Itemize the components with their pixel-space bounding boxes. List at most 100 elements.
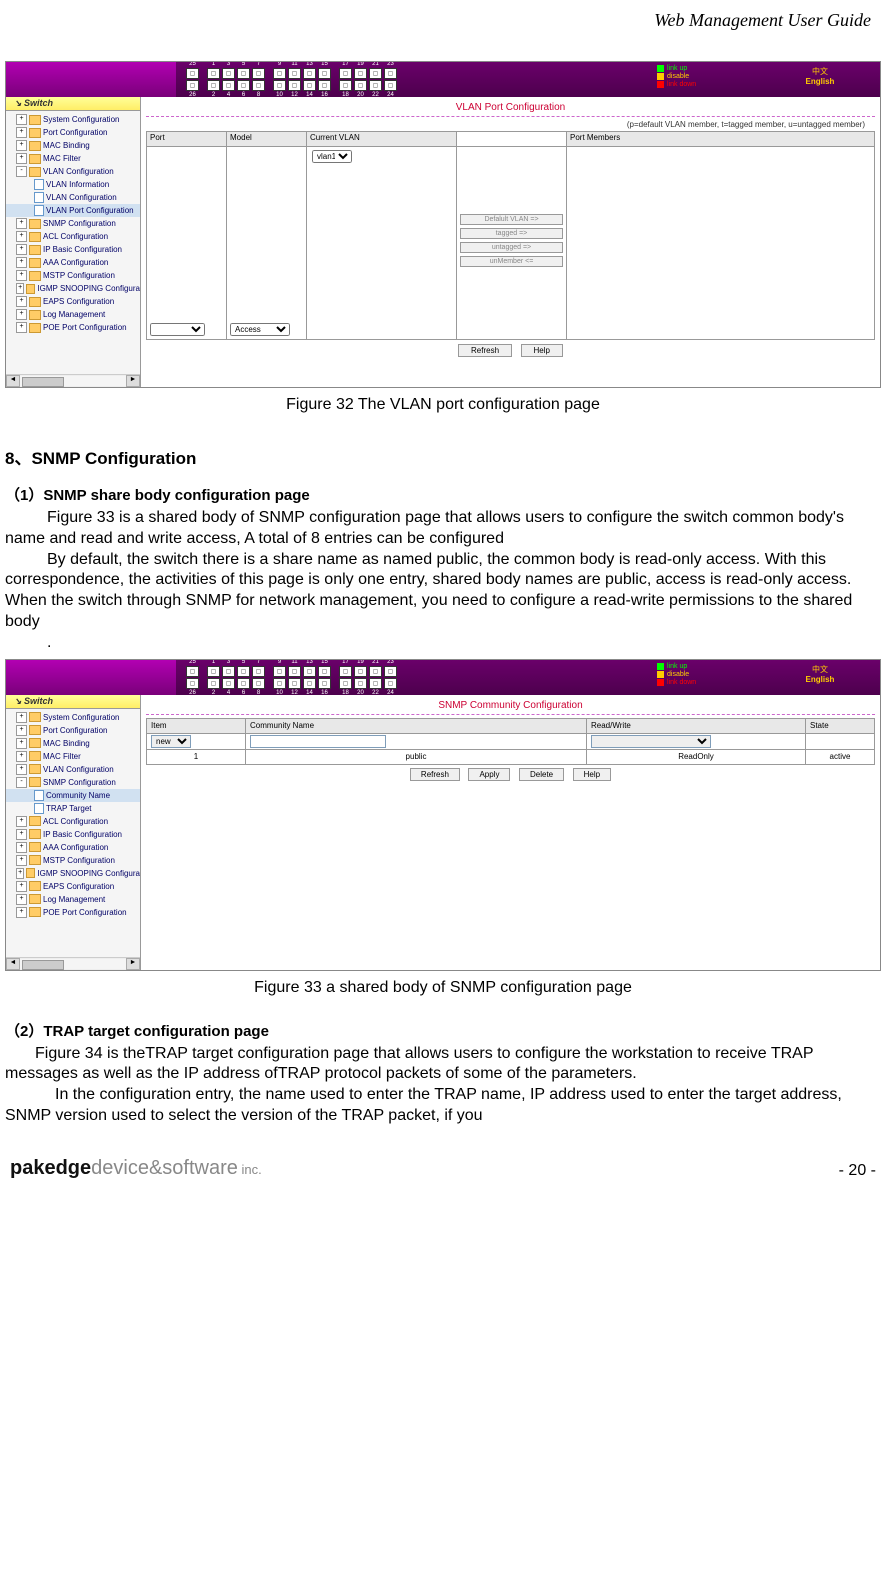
- folder-icon: [29, 712, 41, 722]
- legend-link-down: link down: [667, 679, 696, 686]
- tree-item[interactable]: -VLAN Configuration: [6, 165, 140, 178]
- col-community-name: Community Name: [246, 718, 587, 733]
- tree-item[interactable]: +SNMP Configuration: [6, 217, 140, 230]
- table-row: 1 public ReadOnly active: [147, 749, 875, 764]
- refresh-button[interactable]: Refresh: [410, 768, 460, 781]
- tree-item[interactable]: +ACL Configuration: [6, 230, 140, 243]
- nav-tree[interactable]: +System Configuration+Port Configuration…: [6, 709, 140, 921]
- tree-item[interactable]: +IGMP SNOOPING Configura: [6, 282, 140, 295]
- folder-icon: [29, 764, 41, 774]
- tree-item[interactable]: +MAC Binding: [6, 737, 140, 750]
- tree-item[interactable]: +ACL Configuration: [6, 815, 140, 828]
- tree-sub-item[interactable]: Community Name: [6, 789, 140, 802]
- tree-item[interactable]: +MAC Filter: [6, 750, 140, 763]
- page-number: - 20 -: [839, 1162, 876, 1180]
- folder-icon: [29, 219, 41, 229]
- snmp-community-table: Item Community Name Read/Write State new…: [146, 718, 875, 765]
- tree-item[interactable]: +EAPS Configuration: [6, 295, 140, 308]
- scroll-left-icon[interactable]: ◄: [6, 375, 20, 387]
- language-switch[interactable]: 中文 English: [760, 62, 880, 97]
- switch-header: 25▢▢261▢▢23▢▢45▢▢67▢▢89▢▢1011▢▢1213▢▢141…: [6, 660, 880, 695]
- tree-item[interactable]: -SNMP Configuration: [6, 776, 140, 789]
- scroll-right-icon[interactable]: ►: [126, 958, 140, 970]
- vlan-port-grid: Port Model Current VLAN Port Members Acc…: [146, 131, 875, 340]
- tree-item[interactable]: +MSTP Configuration: [6, 854, 140, 867]
- default-vlan-button[interactable]: Defalult VLAN =>: [460, 214, 563, 225]
- tree-sub-item[interactable]: VLAN Port Configuration: [6, 204, 140, 217]
- unmember-button[interactable]: unMember <=: [460, 256, 563, 267]
- folder-icon: [29, 271, 41, 281]
- scroll-thumb[interactable]: [22, 377, 64, 387]
- folder-icon: [29, 751, 41, 761]
- tree-item[interactable]: +Log Management: [6, 893, 140, 906]
- tagged-button[interactable]: tagged =>: [460, 228, 563, 239]
- read-write-select[interactable]: [591, 735, 711, 748]
- doc-header: Web Management User Guide: [5, 10, 881, 31]
- doc-icon: [34, 803, 44, 814]
- lang-zh[interactable]: 中文: [760, 664, 880, 675]
- tree-item[interactable]: +Port Configuration: [6, 724, 140, 737]
- folder-icon: [29, 738, 41, 748]
- current-vlan-select[interactable]: vlan1: [312, 150, 352, 163]
- tree-sub-item[interactable]: TRAP Target: [6, 802, 140, 815]
- tree-item[interactable]: +AAA Configuration: [6, 841, 140, 854]
- row-state: active: [806, 749, 875, 764]
- port-select[interactable]: [150, 323, 205, 336]
- tree-sub-item[interactable]: VLAN Information: [6, 178, 140, 191]
- scroll-right-icon[interactable]: ►: [126, 375, 140, 387]
- delete-button[interactable]: Delete: [519, 768, 564, 781]
- tree-item[interactable]: +AAA Configuration: [6, 256, 140, 269]
- lang-zh[interactable]: 中文: [760, 66, 880, 77]
- tree-item[interactable]: +MAC Filter: [6, 152, 140, 165]
- help-button[interactable]: Help: [573, 768, 611, 781]
- tree-item[interactable]: +System Configuration: [6, 113, 140, 126]
- scroll-thumb[interactable]: [22, 960, 64, 970]
- model-select[interactable]: Access: [230, 323, 290, 336]
- tree-item[interactable]: +Log Management: [6, 308, 140, 321]
- tree-item[interactable]: +Port Configuration: [6, 126, 140, 139]
- page-title: SNMP Community Configuration: [146, 697, 875, 714]
- main-content-area: SNMP Community Configuration Item Commun…: [141, 695, 880, 970]
- language-switch[interactable]: 中文 English: [760, 660, 880, 695]
- legend-disable: disable: [667, 73, 689, 80]
- sidebar-scrollbar[interactable]: ◄ ►: [6, 374, 140, 387]
- link-legend: link up disable link down: [654, 62, 760, 97]
- tree-item[interactable]: +IGMP SNOOPING Configura: [6, 867, 140, 880]
- doc-icon: [34, 179, 44, 190]
- tree-item[interactable]: +EAPS Configuration: [6, 880, 140, 893]
- tree-sub-item[interactable]: VLAN Configuration: [6, 191, 140, 204]
- tree-item[interactable]: +IP Basic Configuration: [6, 828, 140, 841]
- tree-item[interactable]: +VLAN Configuration: [6, 763, 140, 776]
- sidebar-title: ↘ Switch: [6, 695, 140, 709]
- folder-icon: [29, 855, 41, 865]
- folder-icon: [29, 894, 41, 904]
- folder-icon: [29, 128, 41, 138]
- col-model: Model: [227, 132, 307, 147]
- tree-item[interactable]: +POE Port Configuration: [6, 906, 140, 919]
- sidebar-scrollbar[interactable]: ◄ ►: [6, 957, 140, 970]
- community-name-input[interactable]: [250, 735, 386, 748]
- folder-icon: [29, 167, 41, 177]
- lang-en[interactable]: English: [760, 675, 880, 684]
- tree-item[interactable]: +System Configuration: [6, 711, 140, 724]
- folder-icon: [29, 141, 41, 151]
- tree-item[interactable]: +POE Port Configuration: [6, 321, 140, 334]
- tree-item[interactable]: +MSTP Configuration: [6, 269, 140, 282]
- item-select[interactable]: new: [151, 735, 191, 748]
- apply-button[interactable]: Apply: [468, 768, 510, 781]
- sidebar-title: ↘ Switch: [6, 97, 140, 111]
- folder-icon: [26, 868, 35, 878]
- nav-tree[interactable]: +System Configuration+Port Configuration…: [6, 111, 140, 336]
- link-legend: link up disable link down: [654, 660, 760, 695]
- refresh-button[interactable]: Refresh: [458, 344, 512, 357]
- help-button[interactable]: Help: [521, 344, 563, 357]
- tree-item[interactable]: +MAC Binding: [6, 139, 140, 152]
- legend-disable: disable: [667, 671, 689, 678]
- folder-icon: [29, 829, 41, 839]
- folder-icon: [29, 245, 41, 255]
- tree-item[interactable]: +IP Basic Configuration: [6, 243, 140, 256]
- nav-sidebar: ↘ Switch +System Configuration+Port Conf…: [6, 695, 141, 970]
- untagged-button[interactable]: untagged =>: [460, 242, 563, 253]
- scroll-left-icon[interactable]: ◄: [6, 958, 20, 970]
- lang-en[interactable]: English: [760, 77, 880, 86]
